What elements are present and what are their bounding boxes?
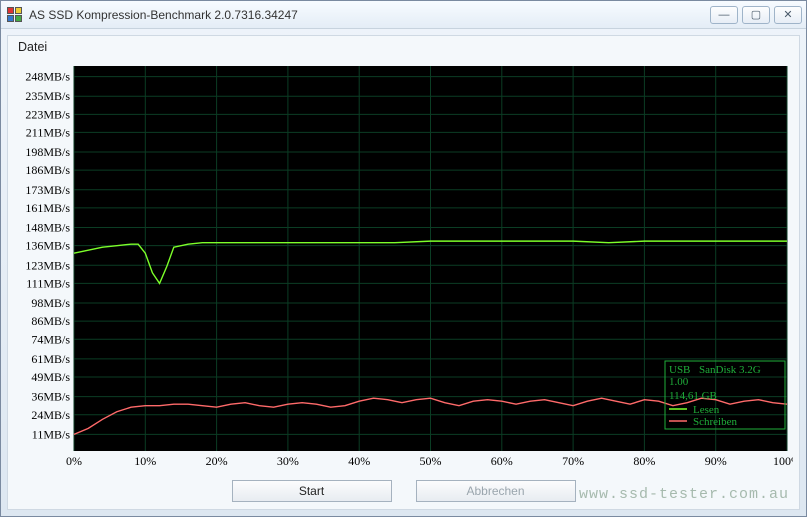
cancel-button: Abbrechen <box>416 480 576 502</box>
svg-text:49MB/s: 49MB/s <box>31 370 70 384</box>
svg-text:198MB/s: 198MB/s <box>25 145 70 159</box>
app-window: AS SSD Kompression-Benchmark 2.0.7316.34… <box>0 0 807 517</box>
minimize-button[interactable]: — <box>710 6 738 24</box>
svg-text:USB: USB <box>669 364 690 376</box>
menu-file[interactable]: Datei <box>18 40 47 54</box>
client-area: Datei 11MB/s 24MB/s 36MB/s 49MB/s 61MB/s 74MB… <box>7 35 800 510</box>
svg-text:136MB/s: 136MB/s <box>25 239 70 253</box>
svg-text:20%: 20% <box>206 454 228 468</box>
svg-text:10%: 10% <box>134 454 156 468</box>
svg-text:70%: 70% <box>562 454 584 468</box>
svg-text:Schreiben: Schreiben <box>693 416 737 428</box>
compression-chart: 11MB/s 24MB/s 36MB/s 49MB/s 61MB/s 74MB/s 86MB… <box>14 60 793 471</box>
svg-text:161MB/s: 161MB/s <box>25 201 70 215</box>
close-button[interactable]: ✕ <box>774 6 802 24</box>
chart-area: 11MB/s 24MB/s 36MB/s 49MB/s 61MB/s 74MB/s 86MB… <box>14 60 793 471</box>
svg-text:100%: 100% <box>773 454 793 468</box>
svg-text:111MB/s: 111MB/s <box>26 276 70 290</box>
svg-text:114,61 GB: 114,61 GB <box>669 390 717 402</box>
svg-text:36MB/s: 36MB/s <box>31 390 70 404</box>
svg-text:1.00: 1.00 <box>669 376 689 388</box>
titlebar: AS SSD Kompression-Benchmark 2.0.7316.34… <box>1 1 806 29</box>
svg-text:11MB/s: 11MB/s <box>32 427 71 441</box>
svg-text:40%: 40% <box>348 454 370 468</box>
svg-text:235MB/s: 235MB/s <box>25 89 70 103</box>
svg-text:223MB/s: 223MB/s <box>25 107 70 121</box>
svg-text:86MB/s: 86MB/s <box>31 314 70 328</box>
svg-text:74MB/s: 74MB/s <box>31 332 70 346</box>
svg-text:211MB/s: 211MB/s <box>26 125 71 139</box>
svg-text:Lesen: Lesen <box>693 404 720 416</box>
window-controls: — ▢ ✕ <box>710 6 802 24</box>
svg-text:248MB/s: 248MB/s <box>25 70 70 84</box>
svg-text:123MB/s: 123MB/s <box>25 258 70 272</box>
svg-text:30%: 30% <box>277 454 299 468</box>
svg-text:148MB/s: 148MB/s <box>25 221 70 235</box>
svg-text:24MB/s: 24MB/s <box>31 408 70 422</box>
svg-text:80%: 80% <box>633 454 655 468</box>
button-row: Start Abbrechen <box>8 473 799 509</box>
menubar: Datei <box>8 36 799 56</box>
start-button[interactable]: Start <box>232 480 392 502</box>
svg-text:SanDisk 3.2G: SanDisk 3.2G <box>699 364 761 376</box>
svg-text:0%: 0% <box>66 454 82 468</box>
app-icon <box>7 7 23 23</box>
svg-text:90%: 90% <box>705 454 727 468</box>
svg-text:173MB/s: 173MB/s <box>25 183 70 197</box>
svg-text:98MB/s: 98MB/s <box>31 296 70 310</box>
window-title: AS SSD Kompression-Benchmark 2.0.7316.34… <box>29 8 710 22</box>
maximize-button[interactable]: ▢ <box>742 6 770 24</box>
svg-text:50%: 50% <box>420 454 442 468</box>
svg-text:186MB/s: 186MB/s <box>25 163 70 177</box>
svg-text:60%: 60% <box>491 454 513 468</box>
svg-text:61MB/s: 61MB/s <box>31 352 70 366</box>
